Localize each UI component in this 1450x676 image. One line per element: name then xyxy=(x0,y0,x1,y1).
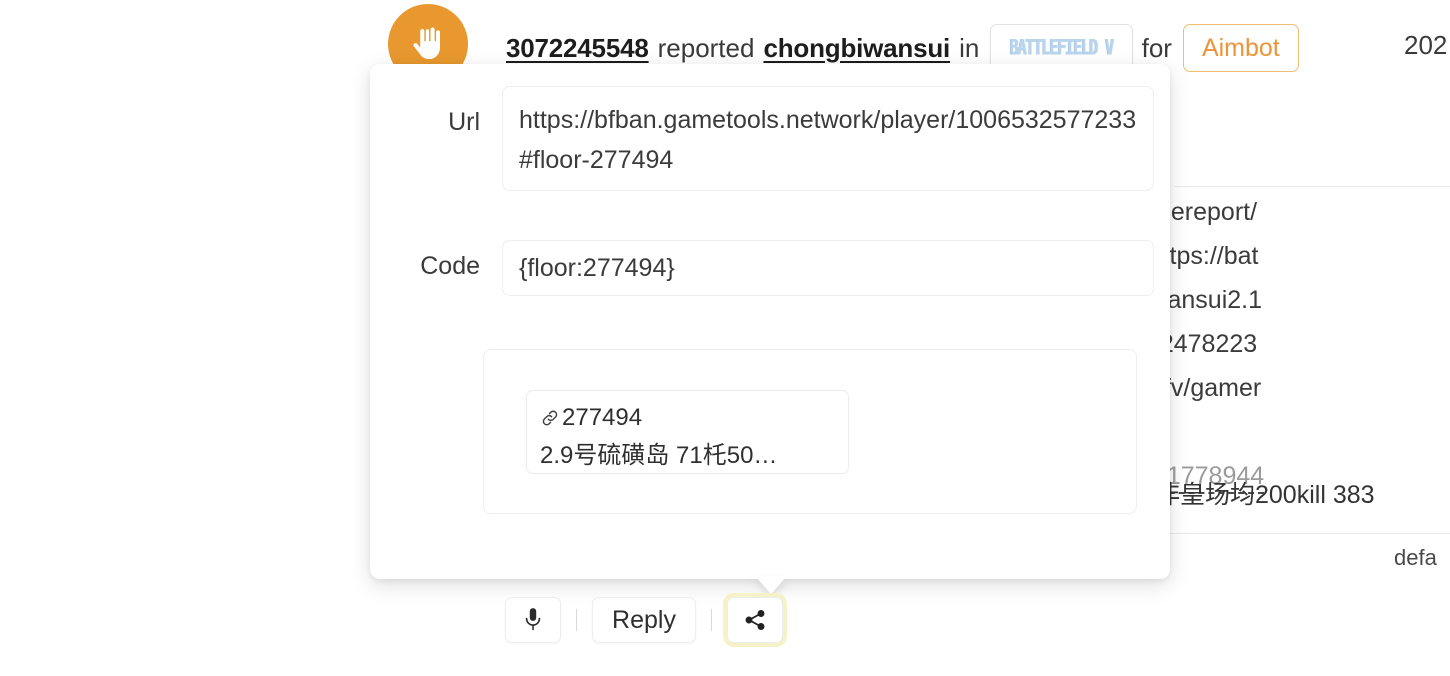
preview-container: 277494 2.9号硫磺岛 71杔50… xyxy=(483,349,1137,514)
link-icon xyxy=(540,408,560,428)
quote-preview-card[interactable]: 277494 2.9号硫磺岛 71杔50… xyxy=(526,390,849,474)
in-word: in xyxy=(959,32,980,63)
cheat-tag[interactable]: Aimbot xyxy=(1182,24,1299,72)
url-label: Url xyxy=(448,108,480,136)
url-field-row: Url https://bfban.gametools.network/play… xyxy=(370,86,1170,191)
post-date: 202 xyxy=(1404,30,1448,60)
reply-button[interactable]: Reply xyxy=(592,597,696,643)
divider-bottom xyxy=(1155,533,1450,534)
code-label: Code xyxy=(420,252,480,280)
footer-label: defa xyxy=(1394,545,1437,570)
mic-button[interactable] xyxy=(505,597,561,643)
for-word: for xyxy=(1141,32,1172,63)
reported-player-link[interactable]: chongbiwansui xyxy=(763,33,950,64)
microphone-icon xyxy=(522,607,544,633)
url-value: https://bfban.gametools.network/player/1… xyxy=(519,106,1137,174)
resize-handle-icon[interactable] xyxy=(1135,173,1149,190)
code-input[interactable]: {floor:277494} xyxy=(502,240,1154,296)
toolbar-divider xyxy=(711,609,712,631)
toolbar-divider xyxy=(576,609,577,631)
reporter-id-link[interactable]: 3072245548 xyxy=(506,33,649,64)
preview-floor-line: 277494 xyxy=(540,399,835,437)
battlefield-logo: BATTLEFIELD V xyxy=(1009,35,1115,61)
share-button[interactable] xyxy=(727,597,783,643)
action-toolbar: Reply xyxy=(505,597,783,643)
share-popup: Url https://bfban.gametools.network/play… xyxy=(370,64,1170,579)
action-verb: reported xyxy=(657,32,755,63)
divider-top xyxy=(1175,186,1450,187)
url-input[interactable]: https://bfban.gametools.network/player/1… xyxy=(502,86,1154,191)
preview-floor-id: 277494 xyxy=(562,404,643,431)
screen: 3072245548 reported chongbiwansui in BAT… xyxy=(0,0,1450,676)
code-field-row: Code {floor:277494} xyxy=(370,240,1170,296)
popup-arrow xyxy=(755,576,787,594)
share-icon xyxy=(743,608,767,632)
body-chinese-text: 非皇场均200kill 383 xyxy=(1155,481,1375,509)
preview-snippet: 2.9号硫磺岛 71杔50… xyxy=(540,442,778,469)
hand-stop-icon xyxy=(409,25,447,63)
